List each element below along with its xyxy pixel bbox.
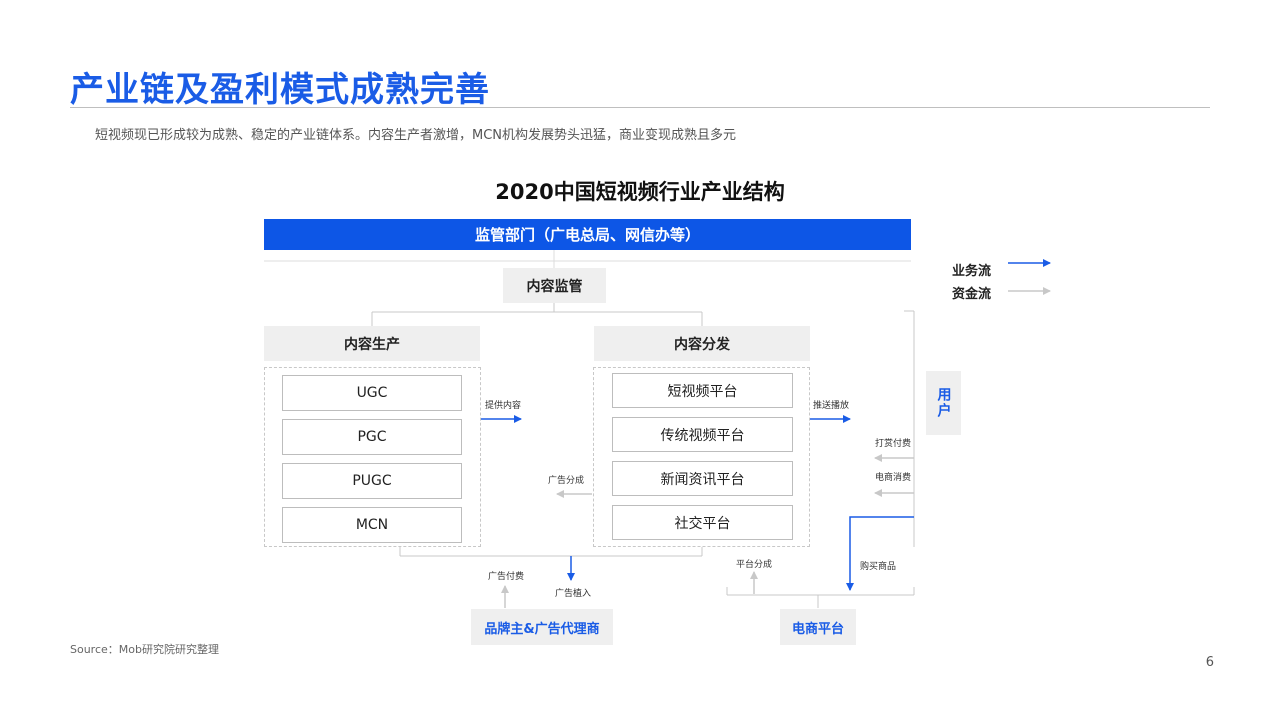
user-box: 用户	[926, 371, 961, 435]
advertiser-box: 品牌主&广告代理商	[471, 609, 613, 645]
production-item-pugc: PUGC	[282, 463, 462, 499]
production-item-mcn: MCN	[282, 507, 462, 543]
label-ecom-consume: 电商消费	[875, 473, 912, 483]
label-push-play: 推送播放	[813, 401, 850, 411]
distribution-item-news: 新闻资讯平台	[612, 461, 793, 496]
page-number: 6	[1205, 655, 1214, 670]
label-ad-placement: 广告植入	[555, 589, 592, 599]
distribution-item-social: 社交平台	[612, 505, 793, 540]
label-tip-pay: 打赏付费	[875, 439, 912, 449]
source-note: Source：Mob研究院研究整理	[70, 643, 219, 656]
content-distribution-header: 内容分发	[594, 326, 810, 361]
production-item-pgc: PGC	[282, 419, 462, 455]
production-item-ugc: UGC	[282, 375, 462, 411]
label-ad-share: 广告分成	[548, 476, 585, 486]
arrow-buy-goods	[846, 516, 914, 591]
label-provide-content: 提供内容	[485, 401, 522, 411]
label-ad-pay: 广告付费	[488, 572, 525, 582]
label-buy-goods: 购买商品	[860, 562, 897, 572]
content-production-header: 内容生产	[264, 326, 480, 361]
content-supervision-box: 内容监管	[503, 268, 606, 303]
legend-business-flow-label: 业务流	[952, 264, 992, 279]
regulator-box: 监管部门（广电总局、网信办等）	[264, 219, 911, 250]
ecommerce-box: 电商平台	[780, 609, 856, 645]
distribution-item-traditional-video: 传统视频平台	[612, 417, 793, 452]
legend-money-flow-label: 资金流	[952, 287, 992, 302]
label-platform-share: 平台分成	[736, 560, 773, 570]
distribution-item-short-video: 短视频平台	[612, 373, 793, 408]
